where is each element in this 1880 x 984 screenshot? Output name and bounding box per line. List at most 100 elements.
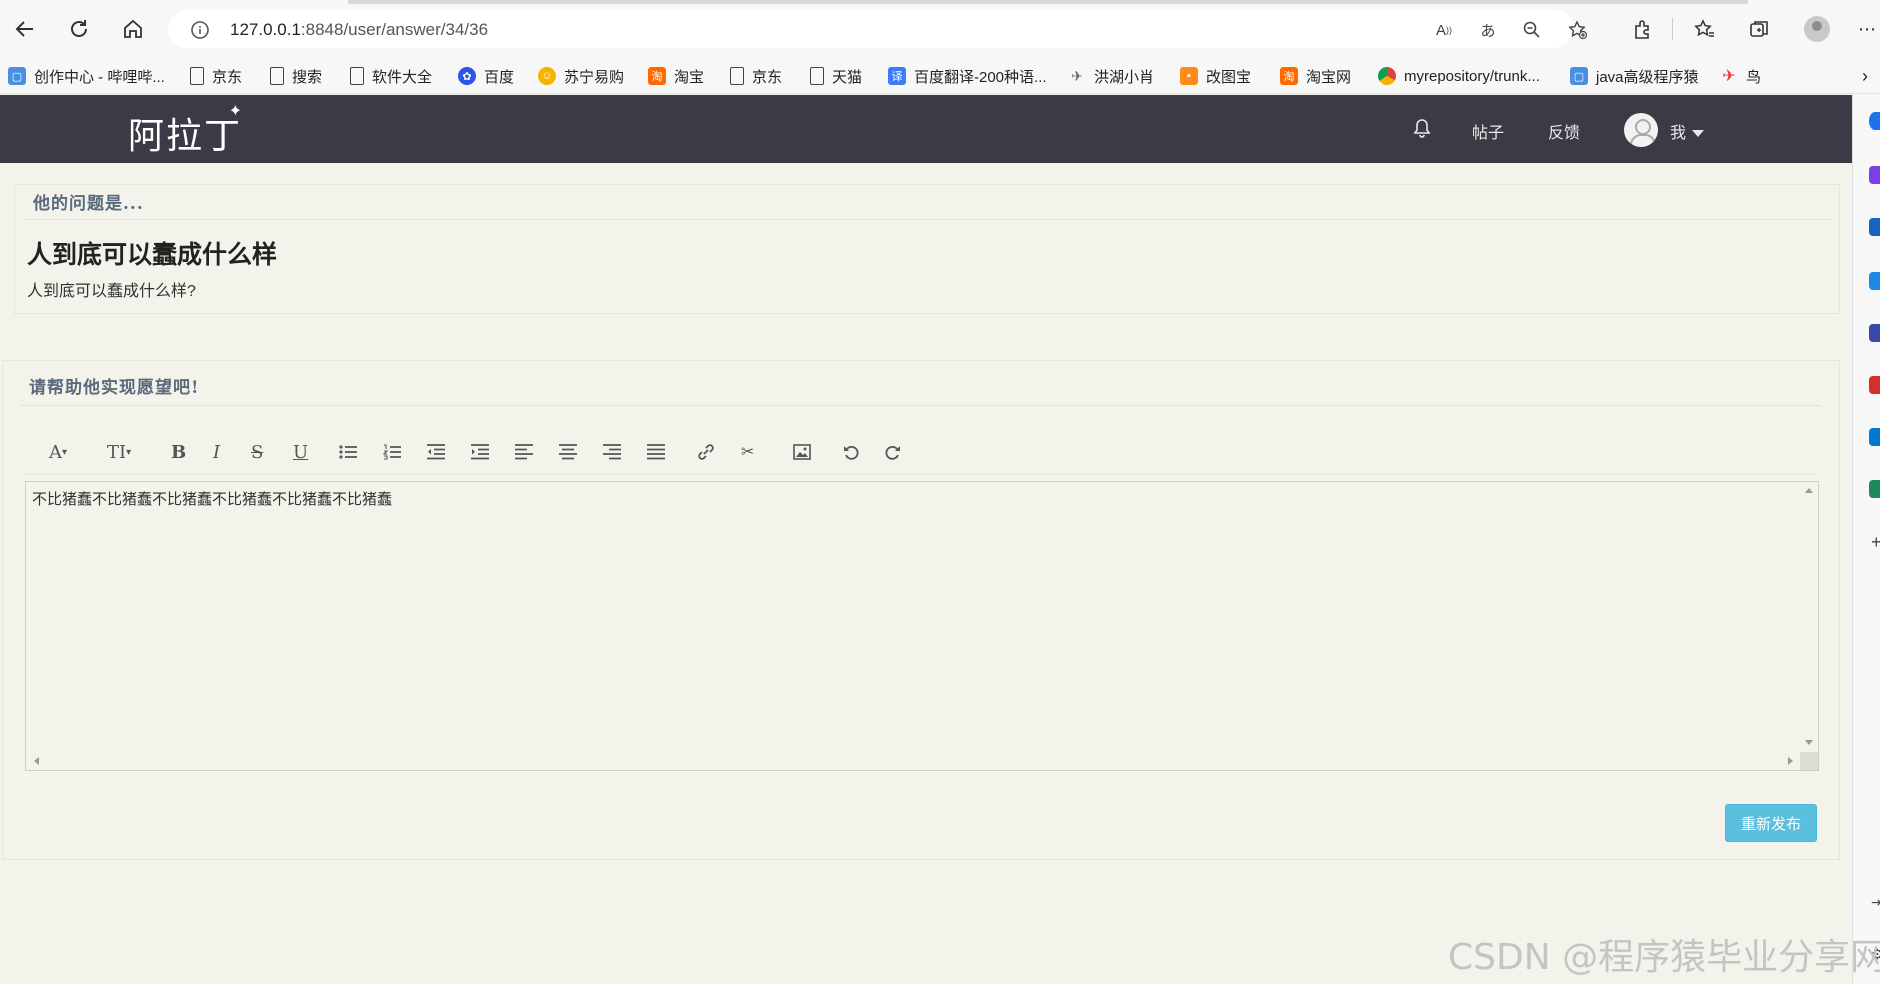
outdent-icon[interactable] xyxy=(427,439,445,465)
home-button[interactable] xyxy=(118,14,148,44)
translate-page-icon[interactable]: あ xyxy=(1478,20,1498,40)
question-panel-heading: 他的问题是... xyxy=(33,194,144,214)
republish-button[interactable]: 重新发布 xyxy=(1725,804,1817,842)
profile-avatar[interactable] xyxy=(1804,16,1830,42)
outlook-icon[interactable] xyxy=(1869,428,1880,446)
logo-text: 阿拉丁 xyxy=(128,116,243,157)
bookmark-label: 创作中心 - 哔哩哔... xyxy=(34,68,165,86)
underline-icon[interactable]: U xyxy=(293,439,308,465)
logo-star-icon: ✦ xyxy=(228,101,245,120)
align-right-icon[interactable] xyxy=(603,439,621,465)
redo-icon[interactable] xyxy=(885,439,901,465)
indent-icon[interactable] xyxy=(471,439,489,465)
bookmark-item[interactable]: 淘淘宝 xyxy=(648,66,704,86)
bookmark-item[interactable]: 淘淘宝网 xyxy=(1280,66,1351,86)
editor-vertical-scrollbar[interactable] xyxy=(1800,482,1818,752)
scroll-left-icon[interactable] xyxy=(34,757,39,765)
scroll-down-icon[interactable] xyxy=(1805,740,1813,745)
zoom-out-icon[interactable] xyxy=(1522,20,1542,40)
nav-feedback-link[interactable]: 反馈 xyxy=(1548,119,1580,143)
address-url[interactable]: 127.0.0.1:8848/user/answer/34/36 xyxy=(230,20,488,40)
image-icon[interactable] xyxy=(793,439,811,465)
copilot-icon[interactable] xyxy=(1869,166,1880,184)
align-left-icon[interactable] xyxy=(515,439,533,465)
link-icon[interactable] xyxy=(697,439,715,465)
undo-icon[interactable] xyxy=(843,439,859,465)
site-logo[interactable]: 阿拉丁 ✦ xyxy=(128,101,243,159)
bookmark-label: 洪湖小肖 xyxy=(1094,68,1155,86)
bookmark-label: 软件大全 xyxy=(372,68,433,86)
bookmark-item[interactable]: ☺ 苏宁易购 xyxy=(538,66,624,86)
numbered-list-icon[interactable] xyxy=(383,439,401,465)
user-menu-dropdown[interactable]: 我 xyxy=(1670,119,1705,143)
scroll-right-icon[interactable] xyxy=(1788,757,1793,765)
bookmark-item[interactable]: 京东 xyxy=(190,66,242,86)
read-aloud-icon[interactable]: A)) xyxy=(1434,20,1454,40)
taobao-icon: 淘 xyxy=(648,67,666,85)
justify-icon[interactable] xyxy=(647,439,665,465)
page-icon xyxy=(270,67,284,85)
unlink-icon[interactable]: ✂ xyxy=(741,439,754,465)
scroll-up-icon[interactable] xyxy=(1805,488,1813,493)
bookmarks-overflow-icon[interactable]: › xyxy=(1862,66,1868,86)
editor-toolbar: A ▾ TI ▾ B I S U ✂ xyxy=(25,429,1817,475)
editor-horizontal-scrollbar[interactable] xyxy=(26,752,1802,770)
bookmark-item[interactable]: 软件大全 xyxy=(350,66,432,86)
bookmark-label: 天猫 xyxy=(832,68,863,86)
bookmark-item[interactable]: ▢ java高级程序猿 xyxy=(1570,66,1699,86)
add-sidebar-icon[interactable]: + xyxy=(1871,532,1880,553)
back-button[interactable] xyxy=(10,14,40,44)
reload-button[interactable] xyxy=(64,14,94,44)
gaitubao-icon: ▪ xyxy=(1180,67,1198,85)
notification-bell-icon[interactable] xyxy=(1412,117,1432,144)
favorites-icon[interactable] xyxy=(1690,14,1720,44)
bookmark-item[interactable]: 京东 xyxy=(730,66,782,86)
more-menu-icon[interactable]: ⋯ xyxy=(1852,14,1880,44)
italic-icon[interactable]: I xyxy=(213,439,220,465)
address-bar[interactable]: 127.0.0.1:8848/user/answer/34/36 A)) あ xyxy=(168,10,1588,48)
bookmark-item[interactable]: ▪ 改图宝 xyxy=(1180,66,1251,86)
bold-icon[interactable]: B xyxy=(171,439,186,465)
sidebar-collapse-icon[interactable]: ⇥ xyxy=(1871,894,1880,911)
font-size-icon[interactable]: TI ▾ xyxy=(107,439,131,465)
user-avatar[interactable] xyxy=(1624,113,1658,147)
answer-editor[interactable]: 不比猪蠢不比猪蠢不比猪蠢不比猪蠢不比猪蠢不比猪蠢 xyxy=(25,481,1819,771)
tools-icon[interactable] xyxy=(1869,272,1880,290)
bookmark-item[interactable]: ✈ 洪湖小肖 xyxy=(1068,66,1154,86)
strikethrough-icon[interactable]: S xyxy=(251,439,263,465)
scrollbar-corner xyxy=(1800,752,1818,770)
add-favorite-icon[interactable] xyxy=(1568,20,1588,40)
bookmark-item[interactable]: ✿ 百度 xyxy=(458,66,514,86)
bookmark-item[interactable]: myrepository/trunk... xyxy=(1378,66,1540,86)
collections-icon[interactable] xyxy=(1744,14,1774,44)
bookmark-item[interactable]: ▢ 创作中心 - 哔哩哔... xyxy=(8,66,165,86)
bookmark-item[interactable]: 搜索 xyxy=(270,66,322,86)
font-family-icon[interactable]: A ▾ xyxy=(49,439,67,465)
tab-strip-edge xyxy=(348,0,1748,4)
office-icon[interactable] xyxy=(1869,376,1880,394)
people-icon[interactable] xyxy=(1869,324,1880,342)
extensions-icon[interactable] xyxy=(1628,14,1658,44)
nav-posts-link[interactable]: 帖子 xyxy=(1472,119,1504,143)
drop-icon[interactable] xyxy=(1869,480,1880,498)
shopping-icon[interactable] xyxy=(1869,218,1880,236)
back-arrow-icon xyxy=(15,21,33,37)
align-center-icon[interactable] xyxy=(559,439,577,465)
bookmark-label: 淘宝 xyxy=(674,68,705,86)
bilibili-icon: ▢ xyxy=(1570,67,1588,85)
page-icon xyxy=(730,67,744,85)
search-sidebar-icon[interactable] xyxy=(1869,112,1880,130)
page-icon xyxy=(810,67,824,85)
editor-content[interactable]: 不比猪蠢不比猪蠢不比猪蠢不比猪蠢不比猪蠢不比猪蠢 xyxy=(32,488,392,509)
bookmark-item[interactable]: 天猫 xyxy=(810,66,862,86)
bookmark-label: 淘宝网 xyxy=(1306,68,1352,86)
suning-icon: ☺ xyxy=(538,67,556,85)
home-icon xyxy=(124,19,142,38)
bookmark-label: 百度 xyxy=(484,68,515,86)
reload-icon xyxy=(71,20,87,37)
bullet-list-icon[interactable] xyxy=(339,439,357,465)
bookmark-label: 改图宝 xyxy=(1206,68,1252,86)
site-info-icon[interactable] xyxy=(190,20,210,45)
bookmark-item[interactable]: ✈ 鸟 xyxy=(1720,66,1761,86)
bookmark-item[interactable]: 译百度翻译-200种语... xyxy=(888,66,1047,86)
